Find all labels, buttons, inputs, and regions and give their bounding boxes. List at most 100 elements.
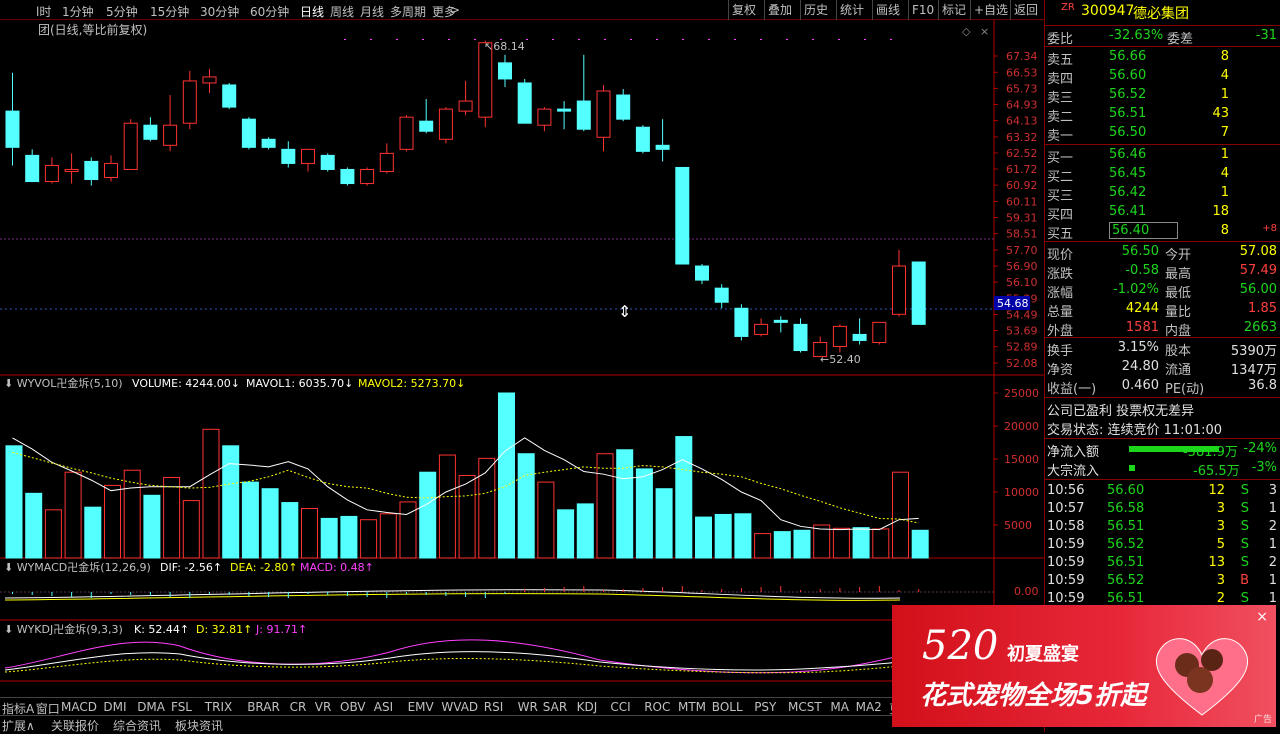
ad-popup[interactable]: 520 初夏盛宴 花式宠物全场5折起 × 广告	[892, 605, 1276, 727]
net-inflow-value: -581.9万	[1183, 445, 1238, 460]
stat-label: 现价	[1047, 248, 1074, 263]
buys-delta: +8	[1262, 223, 1277, 234]
chart-area[interactable]: 团(日线,等比前复权) ◇ × 67.34 66.53 65.73 64.93 64.13 63…	[0, 20, 1044, 695]
vol-tick-label: 20000	[1004, 420, 1039, 433]
net-inflow-pct: -24%	[1243, 441, 1277, 456]
info-tab[interactable]: 综合资讯	[113, 717, 161, 734]
kline-chart-svg[interactable]: 团(日线,等比前复权) ◇ × 67.34 66.53 65.73 64.93 64.13 63…	[0, 20, 1044, 695]
tick-price: 56.58	[1107, 501, 1145, 516]
ad-close-button[interactable]: ×	[1256, 609, 1268, 625]
indicator-tab-bar: 指标A 窗口 MACD DMI DMA FSL TRIX BRAR CR VR OBV ASI EMV W…	[0, 697, 1044, 716]
period-tab[interactable]: l时	[36, 3, 51, 20]
period-tab[interactable]: 5分钟	[106, 3, 138, 20]
stat-label: 总量	[1047, 305, 1074, 320]
buys-row[interactable]: 买三 56.42 1	[1047, 184, 1279, 204]
volume-bar	[557, 509, 575, 559]
indicator-tab[interactable]: TRIX	[205, 700, 232, 714]
period-tab[interactable]: 多周期	[390, 3, 426, 20]
indicator-tab[interactable]: PSY	[754, 700, 776, 714]
toolbar-button[interactable]: 返回	[1010, 0, 1041, 20]
sells-row[interactable]: 卖四 56.60 4	[1047, 67, 1279, 87]
info-tab[interactable]: 关联报价	[51, 717, 99, 734]
stat-label: 流通	[1165, 363, 1192, 378]
indicator-tab[interactable]: WR	[518, 700, 538, 714]
indicator-tab[interactable]: DMA	[137, 700, 165, 714]
stat-row: 总量 4244 量比 1.85	[1047, 300, 1279, 320]
stat-value: 1581	[1125, 320, 1159, 335]
volume-bar	[616, 449, 634, 559]
company-status-text: 公司已盈利 投票权无差异	[1047, 404, 1195, 419]
diamond-icon[interactable]: ◇	[962, 25, 971, 38]
volume-bar	[754, 533, 772, 559]
indicator-tab[interactable]: MCST	[788, 700, 822, 714]
toolbar-button[interactable]: 标记	[938, 0, 969, 20]
chevron-right-icon[interactable]: >	[450, 3, 460, 17]
price-tick-label: 65.73	[1006, 82, 1038, 95]
toolbar-button[interactable]: F10	[908, 0, 937, 20]
buys-row[interactable]: 买五 56.40 8 +8	[1047, 222, 1279, 242]
indicator-tab[interactable]: MA	[830, 700, 849, 714]
sells-label: 卖二	[1047, 110, 1074, 125]
indicator-tab[interactable]: SAR	[543, 700, 567, 714]
period-tab[interactable]: 15分钟	[150, 3, 189, 20]
price-tick-label: 58.51	[1006, 228, 1038, 241]
indicator-tab[interactable]: DMI	[103, 700, 126, 714]
indicator-tab[interactable]: WVAD	[441, 700, 478, 714]
indicator-tab[interactable]: OBV	[340, 700, 366, 714]
indicator-tab[interactable]: MTM	[678, 700, 706, 714]
indicator-tab[interactable]: VR	[315, 700, 332, 714]
buys-label: 买四	[1047, 208, 1074, 223]
indicator-tab[interactable]: BOLL	[712, 700, 743, 714]
candle-body	[872, 321, 887, 343]
kdj-d: D: 32.81↑	[196, 623, 252, 636]
sells-row[interactable]: 卖五 56.66 8	[1047, 48, 1279, 68]
sells-row[interactable]: 卖二 56.51 43	[1047, 105, 1279, 125]
buys-label: 买三	[1047, 189, 1074, 204]
indicator-tab[interactable]: ASI	[374, 700, 393, 714]
indicator-tab[interactable]: RSI	[484, 700, 504, 714]
toolbar-button[interactable]: 统计	[836, 0, 867, 20]
indicator-tab[interactable]: CR	[290, 700, 307, 714]
macd-value: MACD: 0.48↑	[300, 561, 374, 574]
candle-body	[852, 333, 867, 341]
sells-row[interactable]: 卖一 56.50 7	[1047, 124, 1279, 144]
sells-row[interactable]: 卖三 56.52 1	[1047, 86, 1279, 106]
indicator-tab[interactable]: KDJ	[577, 700, 598, 714]
price-tick-label: 54.49	[1006, 309, 1038, 322]
indicator-tab[interactable]: BRAR	[247, 700, 280, 714]
toolbar-button[interactable]: 叠加	[764, 0, 795, 20]
price-tick-label: 60.92	[1006, 179, 1038, 192]
top-marker	[864, 39, 866, 40]
buys-row[interactable]: 买四 56.41 18	[1047, 203, 1279, 223]
indicator-tab[interactable]: EMV	[408, 700, 434, 714]
toolbar-button[interactable]: 历史	[800, 0, 831, 20]
toolbar-button[interactable]: 画线	[872, 0, 903, 20]
toolbar-button[interactable]: +自选	[970, 0, 1011, 20]
tick-row: 10:59 56.52 3 B 1	[1047, 572, 1279, 591]
buys-row[interactable]: 买二 56.45 4	[1047, 165, 1279, 185]
volume-bar	[163, 476, 181, 559]
period-tab[interactable]: 日线	[300, 3, 324, 20]
period-tab[interactable]: 1分钟	[62, 3, 94, 20]
tick-volume: 2	[1216, 591, 1225, 606]
tick-price: 56.51	[1107, 555, 1145, 570]
tick-side: S	[1240, 501, 1249, 516]
indicator-tab[interactable]: CCI	[610, 700, 630, 714]
top-marker	[448, 39, 450, 40]
period-tab[interactable]: 周线	[330, 3, 354, 20]
indicator-tab[interactable]: MA2	[856, 700, 882, 714]
indicator-tab[interactable]: MACD	[61, 700, 97, 714]
close-icon[interactable]: ×	[980, 25, 989, 38]
volume-bar	[360, 519, 378, 559]
info-tab[interactable]: 板块资讯	[175, 717, 223, 734]
toolbar-button[interactable]: 复权	[728, 0, 759, 20]
period-tab[interactable]: 60分钟	[250, 3, 289, 20]
period-tab[interactable]: 月线	[360, 3, 384, 20]
stat-value: 1.85	[1248, 301, 1277, 316]
period-tab[interactable]: 30分钟	[200, 3, 239, 20]
indicator-tab[interactable]: FSL	[171, 700, 192, 714]
info-tab[interactable]: 扩展∧	[2, 717, 35, 734]
indicator-tab[interactable]: ROC	[644, 700, 670, 714]
buys-row[interactable]: 买一 56.46 1	[1047, 146, 1279, 166]
top-marker	[604, 39, 606, 40]
